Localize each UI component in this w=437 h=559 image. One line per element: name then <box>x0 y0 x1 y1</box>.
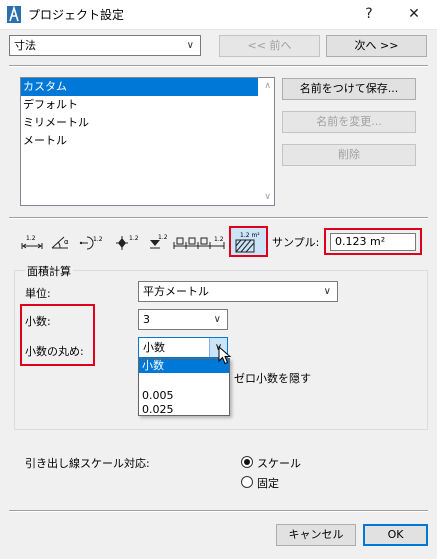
svg-text:1.2: 1.2 <box>214 236 224 243</box>
archicad-app-icon <box>7 6 21 23</box>
preset-list[interactable]: カスタム デフォルト ミリメートル メートル ∧ ∨ <box>20 77 275 206</box>
chevron-down-icon: ∨ <box>186 40 194 51</box>
category-select-value: 寸法 <box>14 39 36 52</box>
preset-item-custom[interactable]: カスタム <box>21 78 258 96</box>
divider <box>9 65 428 67</box>
close-button[interactable]: ✕ <box>391 0 437 30</box>
prev-button[interactable]: << 前へ <box>219 35 320 57</box>
rounding-option-0005[interactable]: 0.005 <box>139 389 229 403</box>
save-as-button[interactable]: 名前をつけて保存... <box>282 78 416 100</box>
rounding-label: 小数の丸め: <box>25 345 84 358</box>
svg-text:1.2: 1.2 <box>26 235 36 242</box>
fixed-radio[interactable] <box>241 476 253 488</box>
sample-value: 0.123 m² <box>330 233 416 251</box>
scale-radio-label[interactable]: スケール <box>257 455 301 471</box>
rounding-select[interactable]: 小数 ∨ <box>138 337 228 358</box>
radial-dimension-icon[interactable]: 1.2 <box>79 234 109 250</box>
divider <box>9 510 428 512</box>
angle-dimension-icon[interactable]: α <box>50 234 74 250</box>
unit-label: 単位: <box>25 287 51 300</box>
delete-button[interactable]: 削除 <box>282 144 416 166</box>
rounding-option-decimal[interactable]: 小数 <box>139 359 229 373</box>
level-dimension-icon[interactable]: 1.2 <box>116 234 142 250</box>
title-bar: プロジェクト設定 ? ✕ <box>0 0 437 30</box>
fixed-radio-label[interactable]: 固定 <box>257 475 279 491</box>
area-calculation-tool[interactable]: 1.2 m² <box>229 226 268 257</box>
category-select[interactable]: 寸法 ∨ <box>9 35 201 56</box>
mouse-cursor-icon <box>218 346 232 365</box>
divider <box>9 217 428 219</box>
svg-text:α: α <box>64 238 69 246</box>
area-hatch-icon: 1.2 m² <box>235 232 260 253</box>
rounding-dropdown-list[interactable]: 小数 0.005 0.025 <box>138 358 230 416</box>
svg-text:1.2 m²: 1.2 m² <box>240 232 260 239</box>
rounding-option-separator <box>139 373 229 389</box>
area-group-title: 面積計算 <box>25 263 73 279</box>
decimals-select-value: 3 <box>143 313 150 326</box>
scroll-down-icon[interactable]: ∨ <box>264 192 271 202</box>
scroll-up-icon[interactable]: ∧ <box>264 81 271 91</box>
svg-text:1.2: 1.2 <box>158 234 168 241</box>
decimals-label: 小数: <box>25 315 51 328</box>
chevron-down-icon: ∨ <box>213 314 221 325</box>
rename-button[interactable]: 名前を変更... <box>282 111 416 133</box>
sample-label: サンプル: <box>272 236 320 249</box>
preset-item-default[interactable]: デフォルト <box>21 96 274 114</box>
decimals-select[interactable]: 3 ∨ <box>138 309 228 330</box>
unit-select-value: 平方メートル <box>143 285 209 298</box>
chevron-down-icon: ∨ <box>323 286 331 297</box>
elevation-dimension-icon[interactable]: 1.2 <box>147 234 169 250</box>
next-button[interactable]: 次へ >> <box>326 35 427 57</box>
linear-dimension-icon[interactable]: 1.2 <box>20 234 44 250</box>
chain-dimension-icon[interactable]: 1.2 <box>172 234 226 250</box>
ok-button[interactable]: OK <box>363 524 428 546</box>
hide-zero-label[interactable]: ゼロ小数を隠す <box>234 370 311 386</box>
help-button[interactable]: ? <box>346 0 392 30</box>
svg-text:1.2: 1.2 <box>129 235 139 242</box>
leader-scale-label: 引き出し線スケール対応: <box>25 457 150 470</box>
preset-item-millimeter[interactable]: ミリメートル <box>21 114 274 132</box>
unit-select[interactable]: 平方メートル ∨ <box>138 281 338 302</box>
sample-highlight: 0.123 m² <box>324 228 422 255</box>
preset-item-meter[interactable]: メートル <box>21 132 274 150</box>
rounding-select-value: 小数 <box>143 341 165 354</box>
cancel-button[interactable]: キャンセル <box>276 524 356 546</box>
window-title: プロジェクト設定 <box>28 8 125 22</box>
rounding-option-0025[interactable]: 0.025 <box>139 403 229 417</box>
scale-radio[interactable] <box>241 456 253 468</box>
svg-text:1.2: 1.2 <box>93 236 103 243</box>
